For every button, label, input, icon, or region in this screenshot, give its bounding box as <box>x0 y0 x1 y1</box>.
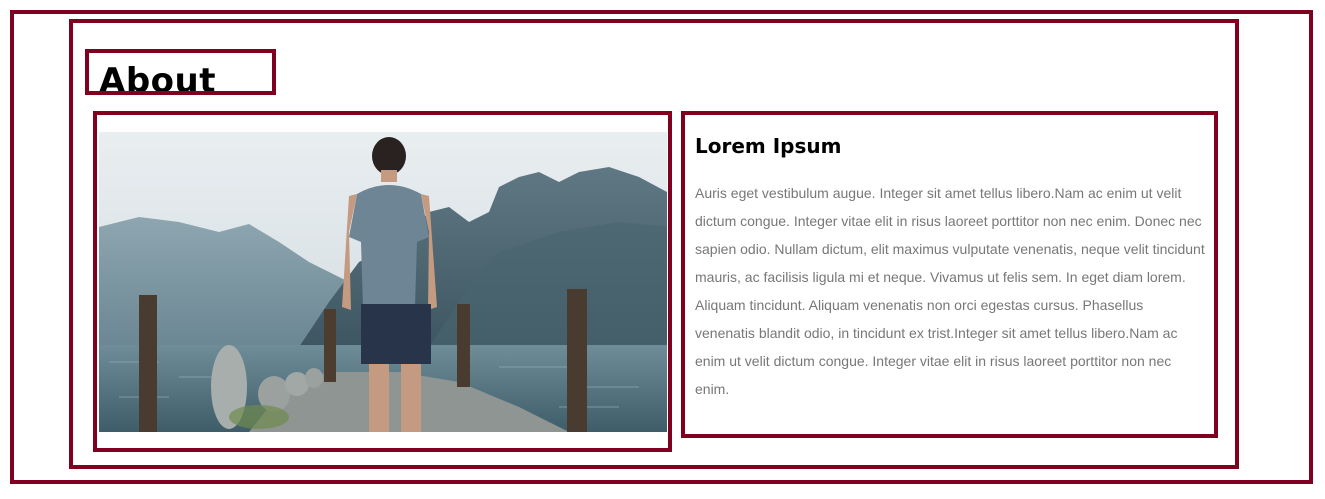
lake-mountain-photo <box>99 132 667 432</box>
image-box <box>93 111 672 452</box>
heading-box: About Us <box>85 49 276 95</box>
card-title: Lorem Ipsum <box>695 134 842 158</box>
card-body: Auris eget vestibulum augue. Integer sit… <box>695 185 1205 397</box>
section-heading: About Us <box>99 61 216 95</box>
content-card: Lorem Ipsum Auris eget vestibulum augue.… <box>681 111 1218 438</box>
